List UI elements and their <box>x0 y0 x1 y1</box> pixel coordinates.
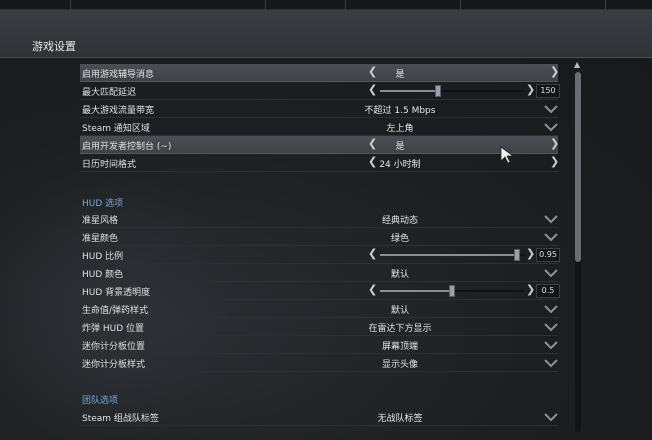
slider-knob[interactable] <box>434 85 441 97</box>
setting-label: 生命值/弹药样式 <box>82 306 149 316</box>
chevron-down-icon[interactable] <box>544 268 558 278</box>
slider-value-field[interactable]: 0.95 <box>536 248 560 262</box>
previous-arrow-icon[interactable]: ❮ <box>368 155 377 168</box>
setting-value[interactable]: 显示头像 <box>320 357 480 370</box>
setting-label: 启用开发者控制台 (~) <box>82 142 172 152</box>
previous-arrow-icon[interactable]: ❮ <box>368 65 377 78</box>
page-title: 游戏设置 <box>32 40 76 53</box>
tab-divider <box>345 0 346 10</box>
previous-arrow-icon[interactable]: ❮ <box>368 137 377 150</box>
setting-value[interactable]: 屏幕顶端 <box>320 339 480 352</box>
setting-row[interactable]: 最大匹配延迟 ❮ ❯ 150 <box>80 82 560 100</box>
tab-divider <box>460 0 461 10</box>
chevron-down-icon[interactable] <box>544 122 558 132</box>
setting-label: 最大游戏流量带宽 <box>82 106 155 116</box>
decrease-arrow-icon[interactable]: ❮ <box>368 283 377 296</box>
setting-row[interactable]: 准星风格 经典动态 <box>80 210 558 228</box>
scroll-up-icon[interactable]: ▲ <box>574 60 580 69</box>
tab-divider <box>605 0 606 10</box>
setting-label: 迷你计分板位置 <box>82 342 146 352</box>
setting-row[interactable]: 日历时间格式 24 小时制 ❮ ❯ <box>80 154 559 172</box>
increase-arrow-icon[interactable]: ❯ <box>526 83 535 96</box>
next-arrow-icon[interactable]: ❯ <box>550 65 559 78</box>
setting-row[interactable]: Steam 通知区域 左上角 <box>80 118 558 136</box>
setting-row[interactable]: 迷你计分板样式 显示头像 <box>80 354 558 372</box>
decrease-arrow-icon[interactable]: ❮ <box>368 247 377 260</box>
setting-value[interactable]: 不超过 1.5 Mbps <box>320 103 480 116</box>
decrease-arrow-icon[interactable]: ❮ <box>368 83 377 96</box>
setting-value[interactable]: 左上角 <box>320 121 480 134</box>
setting-row[interactable]: 准星颜色 绿色 <box>80 228 558 246</box>
setting-slider[interactable] <box>380 249 524 261</box>
settings-scrollbar[interactable]: ▲ <box>572 60 584 440</box>
setting-row[interactable]: 启用游戏辅导消息 是 ❮ ❯ <box>80 64 559 82</box>
chevron-down-icon[interactable] <box>544 104 558 114</box>
chevron-down-icon[interactable] <box>544 412 558 422</box>
next-arrow-icon[interactable]: ❯ <box>550 137 559 150</box>
setting-label: Steam 组战队标签 <box>82 414 159 424</box>
setting-value[interactable]: 24 小时制 <box>320 157 480 170</box>
setting-row[interactable]: 炸弹 HUD 位置 在雷达下方显示 <box>80 318 558 336</box>
increase-arrow-icon[interactable]: ❯ <box>526 247 535 260</box>
slider-fill <box>380 254 517 256</box>
increase-arrow-icon[interactable]: ❯ <box>526 283 535 296</box>
setting-row[interactable]: HUD 比例 ❮ ❯ 0.95 <box>80 246 560 264</box>
chevron-down-icon[interactable] <box>544 232 558 242</box>
slider-fill <box>380 290 452 292</box>
chevron-down-icon[interactable] <box>544 322 558 332</box>
setting-label: 最大匹配延迟 <box>82 88 137 98</box>
setting-value[interactable]: 经典动态 <box>320 213 480 226</box>
slider-knob[interactable] <box>513 249 520 261</box>
setting-value[interactable]: 绿色 <box>320 231 480 244</box>
setting-value[interactable]: 默认 <box>320 267 480 280</box>
setting-value[interactable]: 默认 <box>320 303 480 316</box>
section-heading-team: 团队选项 <box>82 396 119 406</box>
slider-value-field[interactable]: 150 <box>536 84 560 98</box>
chevron-down-icon[interactable] <box>544 340 558 350</box>
setting-label: 迷你计分板样式 <box>82 360 146 370</box>
setting-row[interactable]: 生命值/弹药样式 默认 <box>80 300 558 318</box>
mouse-cursor-icon <box>500 146 514 164</box>
setting-label: 日历时间格式 <box>82 160 137 170</box>
setting-label: Steam 通知区域 <box>82 124 150 134</box>
setting-label: 准星颜色 <box>82 234 119 244</box>
setting-label: 准星风格 <box>82 216 119 226</box>
setting-row[interactable]: 启用开发者控制台 (~) 是 ❮ ❯ <box>80 136 559 154</box>
chevron-down-icon[interactable] <box>544 304 558 314</box>
setting-value[interactable]: 是 <box>320 139 480 152</box>
setting-slider[interactable] <box>380 285 524 297</box>
setting-label: HUD 比例 <box>82 252 124 262</box>
slider-knob[interactable] <box>449 285 455 297</box>
setting-row[interactable]: Steam 组战队标签 无战队标签 <box>80 408 558 426</box>
slider-fill <box>380 90 438 92</box>
tab-divider <box>265 0 266 10</box>
chevron-down-icon[interactable] <box>544 358 558 368</box>
top-tab-strip <box>0 0 652 10</box>
scroll-thumb[interactable] <box>575 72 581 262</box>
setting-label: 启用游戏辅导消息 <box>82 70 155 80</box>
setting-value[interactable]: 无战队标签 <box>320 411 480 424</box>
setting-value[interactable]: 是 <box>320 67 480 80</box>
chevron-down-icon[interactable] <box>544 214 558 224</box>
setting-slider[interactable] <box>380 85 524 97</box>
setting-row[interactable]: 最大游戏流量带宽 不超过 1.5 Mbps <box>80 100 558 118</box>
setting-row[interactable]: HUD 背景透明度 ❮ ❯ 0.5 <box>80 282 560 300</box>
next-arrow-icon[interactable]: ❯ <box>550 155 559 168</box>
setting-label: 炸弹 HUD 位置 <box>82 324 145 334</box>
section-heading-hud: HUD 选项 <box>82 199 124 209</box>
setting-label: HUD 颜色 <box>82 270 124 280</box>
tab-divider <box>70 0 71 10</box>
setting-value[interactable]: 在雷达下方显示 <box>320 321 480 334</box>
setting-row[interactable]: 迷你计分板位置 屏幕顶端 <box>80 336 558 354</box>
setting-row[interactable]: HUD 颜色 默认 <box>80 264 558 282</box>
settings-header: 游戏设置 <box>0 10 652 58</box>
slider-value-field[interactable]: 0.5 <box>536 284 560 298</box>
setting-label: HUD 背景透明度 <box>82 288 151 298</box>
